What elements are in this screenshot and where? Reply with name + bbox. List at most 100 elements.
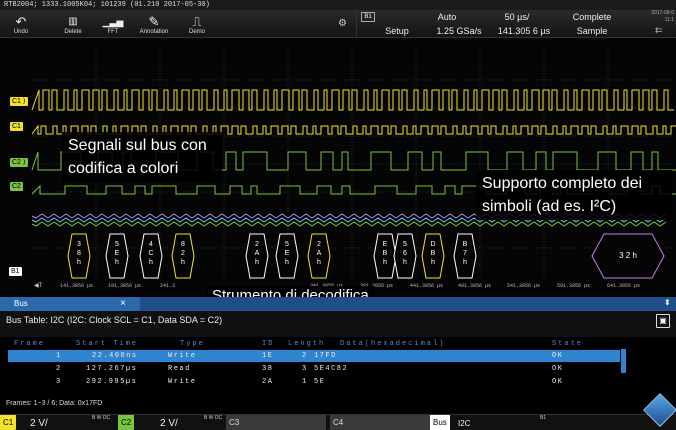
acquisition-mode[interactable]: Sample bbox=[557, 24, 627, 38]
channel-c4-tag[interactable]: C4 bbox=[330, 415, 430, 430]
callout-bus-colors: Segnali sul bus con codifica a colori bbox=[62, 132, 222, 182]
column-header-id[interactable]: ID bbox=[262, 340, 274, 348]
data-cell: 5E bbox=[314, 378, 326, 386]
gear-icon[interactable]: ⚙ bbox=[338, 18, 347, 29]
decode-symbol: h bbox=[383, 259, 387, 266]
decode-symbol: D bbox=[430, 241, 435, 248]
decode-block[interactable]: B 7 h bbox=[453, 233, 477, 279]
decode-symbol: 8 bbox=[77, 250, 81, 257]
decode-symbol: 6 bbox=[403, 250, 407, 257]
time-scale[interactable]: 50 µs/ bbox=[487, 10, 547, 24]
table-scrollbar[interactable] bbox=[621, 349, 626, 373]
column-header-data[interactable]: Data(hexadecimal) bbox=[340, 340, 445, 348]
time-label: 491.3056 µs bbox=[458, 283, 492, 289]
trigger-position[interactable]: 141.305 6 µs bbox=[491, 24, 557, 38]
type-cell: Write bbox=[168, 352, 197, 360]
undo-button[interactable]: ↶ Undo bbox=[6, 10, 36, 38]
decode-block[interactable]: DBh bbox=[421, 233, 445, 279]
delete-button[interactable]: ▥ Delete bbox=[58, 10, 88, 38]
channel-tag-c2[interactable]: C2 bbox=[10, 182, 23, 191]
table-row[interactable]: 1 22.400ns Write 1E 2 17FD OK bbox=[8, 350, 620, 362]
length-cell: 3 bbox=[302, 365, 308, 373]
decode-block[interactable]: 2 Ah bbox=[307, 233, 331, 279]
decode-symbol: h bbox=[285, 259, 289, 266]
channel-tag-c2-digital[interactable]: C2 ⟩ bbox=[10, 158, 28, 167]
demo-button[interactable]: ⎍ Demo bbox=[182, 10, 212, 38]
decode-symbol: 2 bbox=[317, 241, 321, 248]
table-row[interactable]: 2 127.267µs Read 38 3 5E4C82 OK bbox=[8, 363, 620, 375]
save-icon[interactable]: ▣ bbox=[656, 314, 670, 328]
column-header-type[interactable]: Type bbox=[180, 340, 205, 348]
decode-symbol: h bbox=[255, 259, 259, 266]
setup-label[interactable]: Setup bbox=[367, 24, 427, 38]
decode-symbol: 4 bbox=[149, 241, 153, 248]
annotation-button[interactable]: ✎ Annotation bbox=[134, 10, 174, 38]
id-cell: 1E bbox=[262, 352, 274, 360]
decode-symbol: 2 bbox=[255, 241, 259, 248]
column-header-length[interactable]: Length bbox=[288, 340, 325, 348]
decode-symbol: h bbox=[181, 259, 185, 266]
demo-icon: ⎍ bbox=[192, 14, 202, 29]
symbol-label: 3 2 h bbox=[619, 251, 637, 260]
length-cell: 1 bbox=[302, 378, 308, 386]
decode-block[interactable]: 5 Eh bbox=[275, 233, 299, 279]
decode-block[interactable]: 2 Ah bbox=[245, 233, 269, 279]
channel-tag-c1-digital[interactable]: C1 ⟩ bbox=[10, 97, 28, 106]
tab-bus[interactable]: Bus bbox=[0, 297, 140, 311]
bus-b1-tag: B1 bbox=[361, 12, 375, 22]
tab-bus-label: Bus bbox=[14, 299, 28, 308]
waveform-display[interactable]: 38h5Eh4Ch82h2Ah5Eh2AhEBh56hDBhB7h3 2 h C… bbox=[0, 38, 676, 306]
time-label: 641.3056 µs bbox=[607, 283, 641, 289]
channel-c2-scale[interactable]: 2 V/ bbox=[160, 415, 178, 430]
decode-symbol: B bbox=[383, 250, 388, 257]
decode-symbol: A bbox=[317, 250, 322, 257]
trigger-marker[interactable]: ◀T bbox=[34, 282, 42, 289]
acquisition-state[interactable]: Complete bbox=[557, 10, 627, 24]
decode-block[interactable]: 5 6 h bbox=[393, 233, 417, 279]
decode-block[interactable]: 8 2 h bbox=[171, 233, 195, 279]
channel-c1-tag[interactable]: C1 bbox=[0, 415, 17, 430]
decode-symbol: 5 bbox=[115, 241, 119, 248]
channel-c3-tag[interactable]: C3 bbox=[226, 415, 326, 430]
id-cell: 2A bbox=[262, 378, 274, 386]
table-row[interactable]: 3 292.995µs Write 2A 1 5E OK bbox=[8, 376, 620, 388]
frame-cell: 3 bbox=[56, 378, 62, 386]
column-header-start-time[interactable]: Start Time bbox=[76, 340, 138, 348]
decode-block[interactable]: 4 Ch bbox=[139, 233, 163, 279]
acquisition-info[interactable]: B1 Auto 50 µs/ Complete Setup 1.25 GSa/s… bbox=[356, 10, 640, 38]
decode-block[interactable]: EBh bbox=[373, 233, 397, 279]
close-icon[interactable]: × bbox=[120, 297, 126, 311]
column-header-state[interactable]: State bbox=[552, 340, 583, 348]
channel-c2-tag[interactable]: C2 bbox=[118, 415, 135, 430]
column-header-frame[interactable]: Frame bbox=[14, 340, 45, 348]
decode-block[interactable]: 5 Eh bbox=[105, 233, 129, 279]
time: 11:1 bbox=[664, 17, 674, 23]
time-label: 241.3 bbox=[160, 283, 176, 289]
bus-protocol[interactable]: I2C bbox=[458, 415, 470, 430]
bus-tag[interactable]: Bus bbox=[430, 415, 450, 430]
bus-tabbar: ⬍ Bus × ⬍ bbox=[0, 297, 676, 311]
data-cell: 5E4C82 bbox=[314, 365, 349, 373]
trigger-mode[interactable]: Auto bbox=[417, 10, 477, 24]
time-label: 191.3056 µs bbox=[108, 283, 142, 289]
id-cell: 38 bbox=[262, 365, 274, 373]
decode-symbol: 5 bbox=[403, 241, 407, 248]
signal-trace bbox=[31, 89, 674, 111]
length-cell: 2 bbox=[302, 352, 308, 360]
channel-c2-coupling: B W DC bbox=[204, 415, 223, 421]
date-time: 2017-09-0 11:1 bbox=[640, 10, 676, 24]
channel-c1-coupling: B W DC bbox=[92, 415, 111, 421]
resize-arrows-icon[interactable]: ⬍ bbox=[664, 298, 671, 307]
bus-tag-b1[interactable]: B1 bbox=[9, 267, 22, 276]
time-label: 441.3056 µs bbox=[410, 283, 444, 289]
symbol-block[interactable]: 3 2 h bbox=[591, 233, 665, 279]
demo-label: Demo bbox=[188, 29, 205, 35]
bus-table-header: Bus Table: I2C (I2C: Clock SCL = C1, Dat… bbox=[0, 311, 676, 337]
decode-symbol: E bbox=[285, 250, 290, 257]
fft-button[interactable]: ▁▃▅ FFT bbox=[98, 10, 128, 38]
frame-cell: 1 bbox=[56, 352, 62, 360]
channel-tag-c1[interactable]: C1 bbox=[10, 122, 23, 131]
pen-icon: ✎ bbox=[148, 14, 160, 29]
decode-block[interactable]: 3 8 h bbox=[67, 233, 91, 279]
channel-c1-scale[interactable]: 2 V/ bbox=[30, 415, 48, 430]
